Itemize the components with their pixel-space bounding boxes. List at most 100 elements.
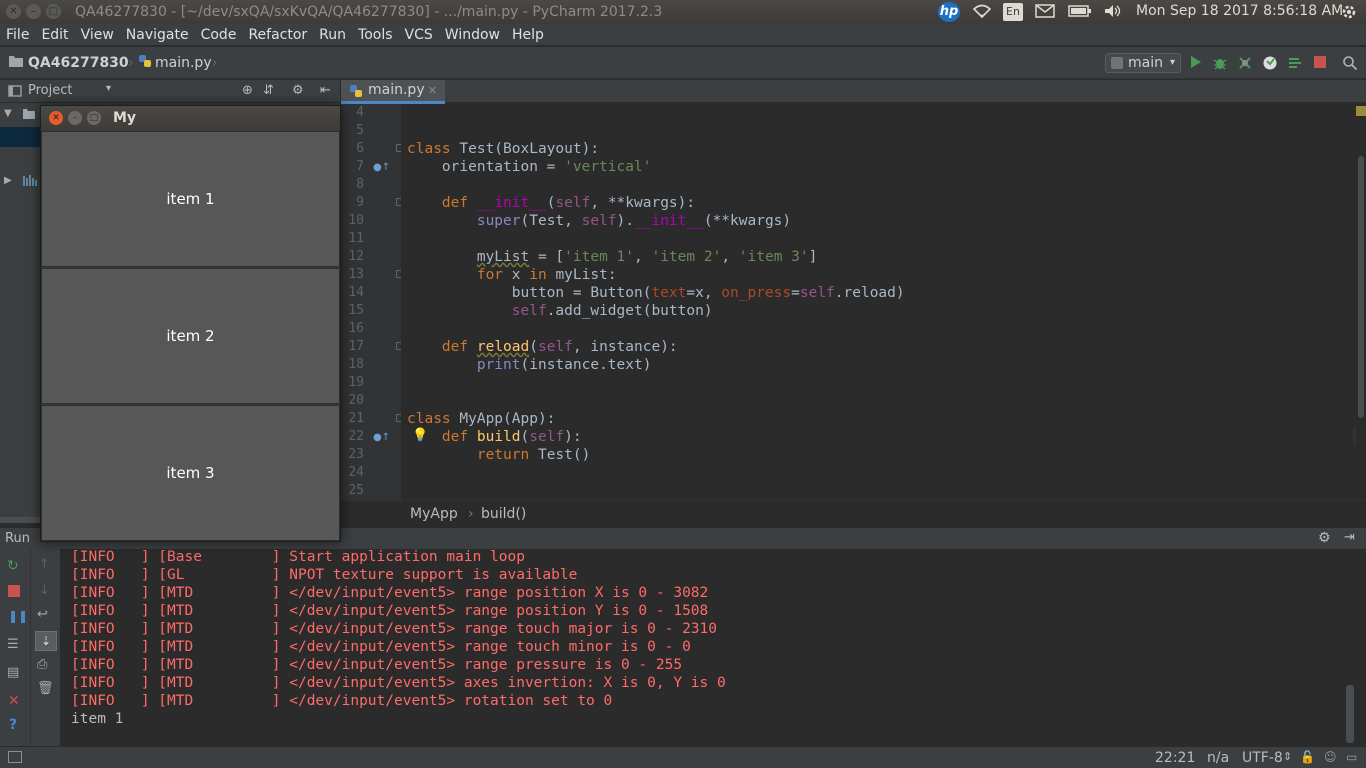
up-arrow-icon[interactable]: ↑ xyxy=(39,557,50,572)
caret-position[interactable]: 22:21 xyxy=(1155,750,1195,766)
notifications-icon[interactable]: ▭ xyxy=(1346,750,1357,764)
run-panel-title[interactable]: Run xyxy=(5,531,30,546)
print-icon[interactable]: ⎙ xyxy=(37,657,47,672)
menu-view[interactable]: View xyxy=(75,24,120,46)
mail-icon[interactable] xyxy=(1035,3,1055,23)
dump-threads-icon[interactable]: ☰ xyxy=(7,637,19,652)
expand-arrow-icon[interactable]: ▼ xyxy=(4,108,12,119)
hide-panel-icon[interactable]: ⇤ xyxy=(320,83,331,98)
breadcrumb-file[interactable]: main.py xyxy=(155,55,212,71)
run-icon[interactable] xyxy=(1187,55,1203,71)
maximize-window-icon[interactable]: □ xyxy=(87,111,101,125)
search-icon[interactable] xyxy=(1342,55,1358,71)
menu-refactor[interactable]: Refactor xyxy=(242,24,313,46)
maximize-window-icon[interactable]: □ xyxy=(46,4,61,19)
concurrency-icon[interactable] xyxy=(1287,55,1303,71)
file-encoding[interactable]: UTF-8 xyxy=(1242,750,1283,766)
log-line: [INFO ] [MTD ] </dev/input/event5> rotat… xyxy=(71,693,613,709)
collapse-icon[interactable]: ⇵ xyxy=(263,83,274,98)
pause-icon[interactable]: ❚❚ xyxy=(8,609,28,623)
kivy-window-titlebar[interactable]: ✕ – □ My xyxy=(41,106,340,131)
keyboard-layout-indicator[interactable]: En xyxy=(1003,3,1023,21)
kivy-item-button[interactable]: item 1 xyxy=(41,131,340,267)
external-libraries-icon xyxy=(22,173,38,191)
line-separator[interactable]: n/a xyxy=(1207,750,1229,766)
line-number: 21 xyxy=(348,411,364,426)
menu-tools[interactable]: Tools xyxy=(352,24,399,46)
kivy-button-list: item 1 item 2 item 3 xyxy=(41,131,340,542)
soft-wrap-icon[interactable]: ↩ xyxy=(37,607,48,622)
clear-all-icon[interactable]: 🗑 xyxy=(37,681,54,696)
breadcrumb-separator: › xyxy=(468,506,474,522)
close-window-icon[interactable]: ✕ xyxy=(6,4,21,19)
line-number: 8 xyxy=(356,177,364,192)
project-view-label[interactable]: Project xyxy=(28,83,72,98)
selected-tree-row[interactable] xyxy=(0,127,40,147)
collapse-arrow-icon[interactable]: ▶ xyxy=(4,175,12,186)
minimize-window-icon[interactable]: – xyxy=(26,4,41,19)
tab-main-py[interactable]: main.py ✕ xyxy=(341,80,445,104)
line-number: 22 xyxy=(348,429,364,444)
scroll-to-end-icon[interactable]: ⇣ xyxy=(35,631,57,651)
inspection-status-icon[interactable] xyxy=(1356,106,1366,116)
kivy-item-button[interactable]: item 3 xyxy=(41,405,340,541)
volume-icon[interactable] xyxy=(1103,3,1123,23)
menu-run[interactable]: Run xyxy=(313,24,352,46)
menu-bar: File Edit View Navigate Code Refactor Run Tools… xyxy=(0,24,1366,46)
console-output[interactable]: [INFO ] [Base ] Start application main l… xyxy=(60,549,1356,746)
locate-icon[interactable]: ⊕ xyxy=(242,83,253,98)
breadcrumb-project[interactable]: QA46277830 xyxy=(28,55,129,71)
override-marker-icon[interactable]: ●↑ xyxy=(373,162,390,173)
status-bar: 22:21 n/a UTF-8 ⇕ 🔓 ☺ ▭ xyxy=(0,746,1366,768)
breadcrumb-separator: › xyxy=(128,55,134,71)
log-line: [INFO ] [GL ] NPOT texture support is av… xyxy=(71,567,578,583)
console-scrollbar-thumb[interactable] xyxy=(1346,685,1354,743)
settings-gear-icon[interactable]: ⚙ xyxy=(1318,530,1331,546)
down-arrow-icon[interactable]: ↓ xyxy=(39,583,50,598)
line-number: 11 xyxy=(348,231,364,246)
tool-windows-icon[interactable] xyxy=(8,751,22,763)
line-number: 4 xyxy=(356,105,364,120)
hector-icon[interactable]: ☺ xyxy=(1324,750,1337,764)
intention-bulb-icon[interactable]: 💡 xyxy=(412,428,428,443)
menu-edit[interactable]: Edit xyxy=(35,24,74,46)
stop-icon[interactable] xyxy=(1312,55,1328,71)
coverage-icon[interactable] xyxy=(1237,55,1253,71)
close-window-icon[interactable]: ✕ xyxy=(49,111,63,125)
minimize-window-icon[interactable]: – xyxy=(68,111,82,125)
lock-icon[interactable]: 🔓 xyxy=(1300,750,1315,764)
menu-help[interactable]: Help xyxy=(506,24,550,46)
settings-gear-icon[interactable]: ⚙ xyxy=(292,83,304,98)
battery-icon[interactable] xyxy=(1068,3,1092,23)
menu-window[interactable]: Window xyxy=(439,24,506,46)
close-icon[interactable]: ✕ xyxy=(8,693,20,709)
stop-icon[interactable] xyxy=(8,585,20,597)
line-number: 9 xyxy=(356,195,364,210)
scrollbar-thumb[interactable] xyxy=(1358,156,1364,418)
clock[interactable]: Mon Sep 18 2017 8:56:18 AM xyxy=(1136,3,1343,19)
run-configuration-select[interactable]: main ▾ xyxy=(1105,53,1181,73)
editor-vertical-scrollbar[interactable] xyxy=(1356,104,1366,500)
chevron-updown-icon: ⇕ xyxy=(1283,750,1293,763)
debug-icon[interactable] xyxy=(1212,55,1228,71)
editor-breadcrumb-bar: MyApp › build() xyxy=(341,500,1366,527)
rerun-icon[interactable]: ↻ xyxy=(7,558,19,574)
menu-code[interactable]: Code xyxy=(195,24,243,46)
kivy-item-button[interactable]: item 2 xyxy=(41,268,340,404)
profile-icon[interactable] xyxy=(1262,55,1278,71)
wifi-icon[interactable] xyxy=(972,3,992,23)
help-icon[interactable]: ? xyxy=(9,717,17,733)
chevron-down-icon[interactable]: ▾ xyxy=(106,83,111,94)
breadcrumb-class[interactable]: MyApp xyxy=(410,506,458,522)
close-tab-icon[interactable]: ✕ xyxy=(428,80,437,101)
menu-navigate[interactable]: Navigate xyxy=(120,24,195,46)
menu-vcs[interactable]: VCS xyxy=(399,24,439,46)
code-editor[interactable]: class Test(BoxLayout): orientation = 've… xyxy=(401,104,1353,500)
hide-panel-icon[interactable]: ⇥ xyxy=(1344,530,1355,545)
gear-icon[interactable] xyxy=(1340,3,1358,25)
breadcrumb-method[interactable]: build() xyxy=(481,506,526,522)
line-number: 15 xyxy=(348,303,364,318)
restore-layout-icon[interactable]: ▤ xyxy=(7,665,19,680)
override-marker-icon[interactable]: ●↑ xyxy=(373,432,390,443)
menu-file[interactable]: File xyxy=(0,24,35,46)
